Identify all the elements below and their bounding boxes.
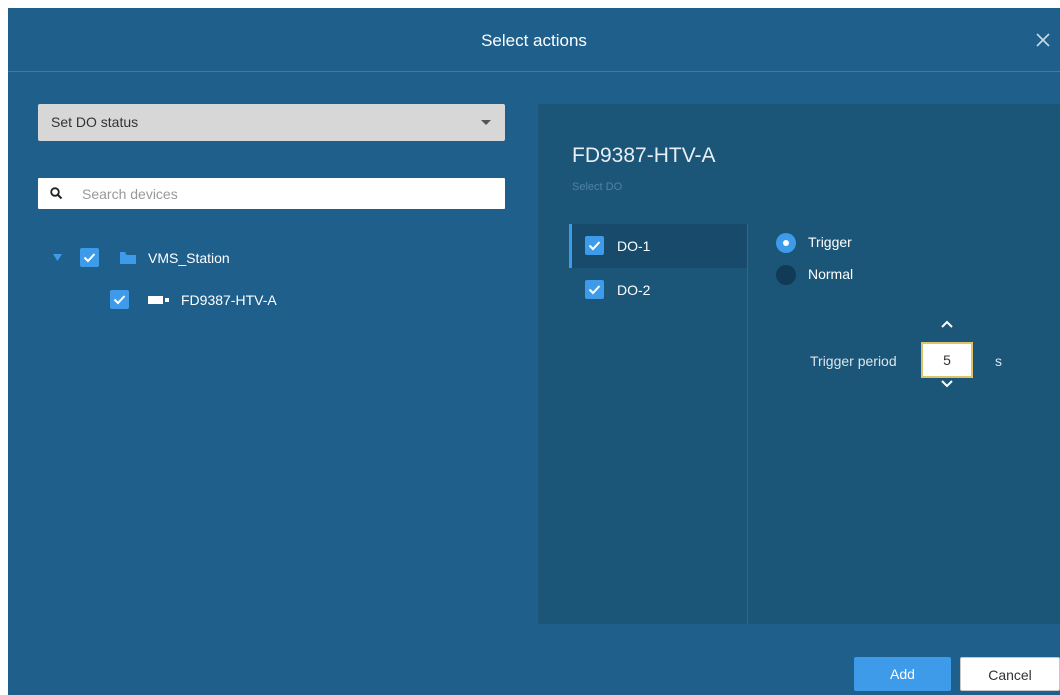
device-label: FD9387-HTV-A xyxy=(181,292,277,308)
search-box xyxy=(38,178,505,209)
search-icon xyxy=(50,187,63,200)
chevron-up-icon[interactable] xyxy=(940,319,954,329)
normal-option[interactable]: Normal xyxy=(776,265,896,287)
device-name-heading: FD9387-HTV-A xyxy=(572,144,716,167)
check-icon xyxy=(588,285,601,295)
trigger-period-label: Trigger period xyxy=(810,353,897,369)
do1-checkbox[interactable] xyxy=(585,236,604,255)
do-list-item-2[interactable]: DO-2 xyxy=(569,268,747,312)
normal-radio[interactable] xyxy=(776,265,796,285)
action-type-dropdown[interactable]: Set DO status xyxy=(38,104,505,141)
do-list-item-1[interactable]: DO-1 xyxy=(569,224,747,268)
trigger-period-input[interactable]: 5 xyxy=(921,342,973,378)
tree-item-station[interactable]: VMS_Station xyxy=(50,246,450,268)
do-list: DO-1 DO-2 xyxy=(569,224,748,624)
dropdown-caret-icon xyxy=(481,120,491,125)
device-do-panel: FD9387-HTV-A Select DO DO-1 DO-2 Trigger… xyxy=(538,104,1060,624)
device-checkbox[interactable] xyxy=(110,290,129,309)
dialog-title: Select actions xyxy=(481,31,587,50)
dialog-header: Select actions xyxy=(8,8,1060,72)
folder-icon xyxy=(120,252,136,264)
select-actions-dialog: Select actions Set DO status Search devi… xyxy=(8,8,1060,695)
trigger-period-unit: s xyxy=(995,353,1002,369)
camera-icon xyxy=(148,296,169,304)
do1-label: DO-1 xyxy=(617,238,651,254)
search-input[interactable] xyxy=(82,178,482,209)
check-icon xyxy=(588,241,601,251)
cancel-button[interactable]: Cancel xyxy=(960,657,1060,691)
normal-option-label: Normal xyxy=(808,266,854,282)
do2-label: DO-2 xyxy=(617,282,651,298)
trigger-option[interactable]: Trigger xyxy=(776,233,896,255)
check-icon xyxy=(113,295,126,305)
add-button[interactable]: Add xyxy=(854,657,951,691)
station-checkbox[interactable] xyxy=(80,248,99,267)
action-type-value: Set DO status xyxy=(51,114,139,130)
trigger-option-label: Trigger xyxy=(808,234,852,250)
close-icon xyxy=(1036,33,1050,47)
trigger-radio[interactable] xyxy=(776,233,796,253)
close-button[interactable] xyxy=(1032,29,1054,51)
do2-checkbox[interactable] xyxy=(585,280,604,299)
select-do-label: Select DO xyxy=(572,181,623,193)
station-label: VMS_Station xyxy=(148,250,230,266)
expand-triangle-icon[interactable] xyxy=(53,254,62,261)
tree-item-device[interactable]: FD9387-HTV-A xyxy=(110,289,410,311)
check-icon xyxy=(83,253,96,263)
chevron-down-icon[interactable] xyxy=(940,379,954,389)
